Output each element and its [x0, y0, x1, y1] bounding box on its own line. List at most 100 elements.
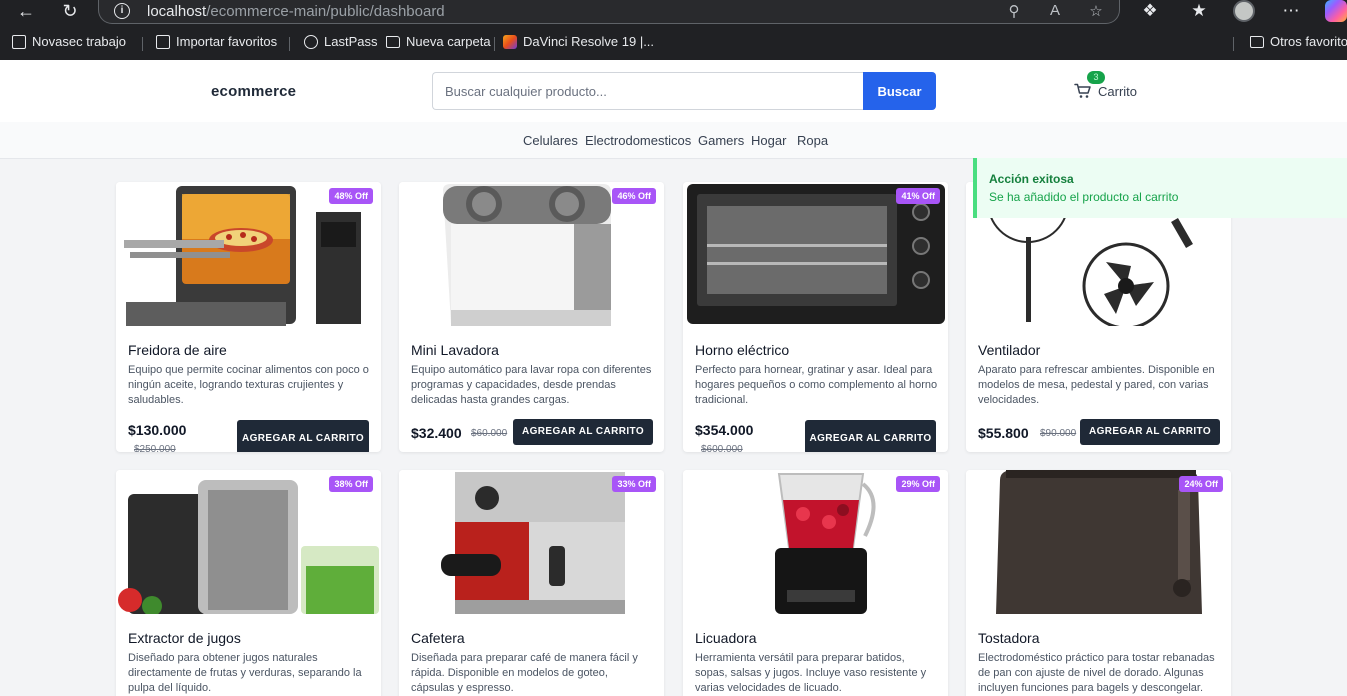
- product-description: Diseñado para obtener jugos naturales di…: [128, 652, 362, 694]
- bookmark-divider: [142, 37, 143, 51]
- bookmark-davinci[interactable]: DaVinci Resolve 19 |...: [503, 34, 654, 49]
- bookmark-label: DaVinci Resolve 19 |...: [523, 34, 655, 49]
- bookmark-label: Importar favoritos: [176, 34, 278, 49]
- toast-message: Se ha añadido el producto al carrito: [989, 190, 1179, 204]
- extensions-icon[interactable]: ❖: [1138, 0, 1162, 22]
- bookmark-import[interactable]: Importar favoritos: [156, 34, 277, 49]
- read-aloud-icon[interactable]: A: [1045, 2, 1065, 19]
- bookmark-folder[interactable]: Nueva carpeta: [386, 34, 491, 49]
- back-arrow-icon[interactable]: ←: [14, 0, 38, 24]
- product-description: Equipo automático para lavar ropa con di…: [411, 364, 652, 406]
- folder-icon: [386, 35, 400, 48]
- bookmark-lastpass[interactable]: LastPass: [304, 34, 377, 49]
- product-title[interactable]: Mini Lavadora: [411, 342, 499, 358]
- product-title[interactable]: Ventilador: [978, 342, 1040, 358]
- cart-count-badge: 3: [1087, 71, 1105, 84]
- bookmark-divider: [1233, 37, 1234, 51]
- brand-logo[interactable]: ecommerce: [211, 83, 296, 100]
- bookmark-label: Novasec trabajo: [32, 34, 126, 49]
- cart-icon: [1074, 83, 1091, 98]
- add-to-cart-button[interactable]: AGREGAR AL CARRITO: [1080, 419, 1220, 445]
- cart-label: Carrito: [1098, 84, 1138, 99]
- success-toast: Acción exitosa Se ha añadido el producto…: [973, 158, 1347, 218]
- product-title[interactable]: Cafetera: [411, 630, 465, 646]
- category-hogar[interactable]: Hogar: [751, 133, 786, 148]
- folder-icon: [1250, 35, 1264, 48]
- bookmark-label: Otros favoritos: [1270, 34, 1347, 49]
- discount-badge: 33% Off: [612, 476, 656, 492]
- product-title[interactable]: Tostadora: [978, 630, 1039, 646]
- discount-badge: 24% Off: [1179, 476, 1223, 492]
- product-old-price: $90.000: [1040, 428, 1077, 439]
- product-price: $55.800: [978, 425, 1029, 441]
- address-row: ← ↻ i localhost/ecommerce-main/public/da…: [0, 0, 1347, 25]
- browser-toolbar: ← ↻ i localhost/ecommerce-main/public/da…: [0, 0, 1347, 60]
- site-header: ecommerce Buscar 3 Carrito: [0, 60, 1347, 122]
- search-button[interactable]: Buscar: [863, 72, 936, 110]
- product-card[interactable]: 38% Off Extractor de jugos Diseñado para…: [116, 470, 381, 696]
- discount-badge: 41% Off: [896, 188, 940, 204]
- workspace-icon: [12, 34, 26, 49]
- category-ropa[interactable]: Ropa: [797, 133, 828, 148]
- bookmark-divider: [494, 37, 495, 51]
- discount-badge: 46% Off: [612, 188, 656, 204]
- product-card[interactable]: Ventilador Aparato para refrescar ambien…: [966, 182, 1231, 452]
- product-old-price: $250.000: [134, 444, 176, 452]
- product-title[interactable]: Licuadora: [695, 630, 757, 646]
- product-description: Aparato para refrescar ambientes. Dispon…: [978, 364, 1215, 406]
- toast-title: Acción exitosa: [989, 172, 1074, 186]
- cart-link[interactable]: 3 Carrito: [1072, 71, 1152, 108]
- discount-badge: 48% Off: [329, 188, 373, 204]
- site-info-icon[interactable]: i: [114, 3, 130, 19]
- product-description: Perfecto para hornear, gratinar y asar. …: [695, 364, 938, 406]
- bookmark-divider: [289, 37, 290, 51]
- bookmark-other[interactable]: Otros favoritos: [1250, 34, 1347, 49]
- add-to-cart-button[interactable]: AGREGAR AL CARRITO: [513, 419, 653, 445]
- product-title[interactable]: Horno eléctrico: [695, 342, 789, 358]
- product-card[interactable]: 46% Off Mini Lavadora Equipo automático …: [399, 182, 664, 452]
- search-input[interactable]: [432, 72, 864, 110]
- more-menu-icon[interactable]: ⋯: [1279, 0, 1303, 22]
- product-card[interactable]: 33% Off Cafetera Diseñada para preparar …: [399, 470, 664, 696]
- bookmark-label: LastPass: [324, 34, 378, 49]
- product-description: Herramienta versátil para preparar batid…: [695, 652, 927, 694]
- category-celulares[interactable]: Celulares: [523, 133, 578, 148]
- profile-avatar[interactable]: [1233, 0, 1255, 22]
- product-title[interactable]: Freidora de aire: [128, 342, 227, 358]
- favorites-icon[interactable]: ★: [1187, 0, 1211, 22]
- product-description: Equipo que permite cocinar alimentos con…: [128, 364, 369, 406]
- url-host: localhost: [147, 3, 207, 20]
- favorite-star-icon[interactable]: ☆: [1086, 2, 1106, 20]
- discount-badge: 29% Off: [896, 476, 940, 492]
- category-nav: Celulares Electrodomesticos Gamers Hogar…: [0, 122, 1347, 159]
- product-old-price: $60.000: [471, 428, 508, 439]
- product-card[interactable]: 48% Off Freidora de aire Equipo que perm…: [116, 182, 381, 452]
- zoom-icon[interactable]: ⚲: [1004, 2, 1024, 20]
- product-description: Electrodoméstico práctico para tostar re…: [978, 652, 1215, 694]
- category-electrodomesticos[interactable]: Electrodomesticos: [585, 133, 691, 148]
- product-card[interactable]: 41% Off Horno eléctrico Perfecto para ho…: [683, 182, 948, 452]
- product-description: Diseñada para preparar café de manera fá…: [411, 652, 638, 694]
- product-old-price: $600.000: [701, 444, 743, 452]
- url-path: /ecommerce-main/public/dashboard: [206, 3, 445, 20]
- import-icon: [156, 34, 170, 49]
- globe-icon: [304, 34, 318, 49]
- product-card[interactable]: 24% Off Tostadora Electrodoméstico práct…: [966, 470, 1231, 696]
- category-gamers[interactable]: Gamers: [698, 133, 744, 148]
- product-price: $354.000: [695, 422, 754, 438]
- add-to-cart-button[interactable]: AGREGAR AL CARRITO: [805, 420, 936, 452]
- bookmark-novasec[interactable]: Novasec trabajo: [12, 34, 126, 49]
- product-price: $130.000: [128, 422, 187, 438]
- reload-icon[interactable]: ↻: [58, 0, 82, 24]
- product-card[interactable]: 29% Off Licuadora Herramienta versátil p…: [683, 470, 948, 696]
- bookmark-label: Nueva carpeta: [406, 34, 491, 49]
- bookmarks-bar: Novasec trabajo Importar favoritos LastP…: [0, 30, 1347, 56]
- address-bar[interactable]: i localhost/ecommerce-main/public/dashbo…: [98, 0, 1120, 24]
- davinci-icon: [503, 34, 517, 49]
- add-to-cart-button[interactable]: AGREGAR AL CARRITO: [237, 420, 369, 452]
- product-title[interactable]: Extractor de jugos: [128, 630, 241, 646]
- copilot-icon[interactable]: [1325, 0, 1347, 22]
- url-text[interactable]: localhost/ecommerce-main/public/dashboar…: [147, 3, 445, 20]
- product-price: $32.400: [411, 425, 462, 441]
- discount-badge: 38% Off: [329, 476, 373, 492]
